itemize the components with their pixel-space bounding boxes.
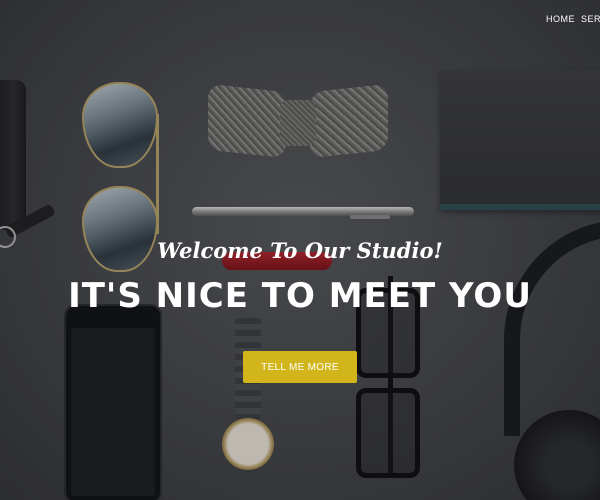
tell-me-more-button[interactable]: TELL ME MORE — [243, 351, 357, 383]
hero-heading: IT'S NICE TO MEET YOU — [68, 276, 532, 316]
hero-subheading: Welcome To Our Studio! — [157, 238, 443, 263]
hero-section: Welcome To Our Studio! IT'S NICE TO MEET… — [0, 0, 600, 500]
